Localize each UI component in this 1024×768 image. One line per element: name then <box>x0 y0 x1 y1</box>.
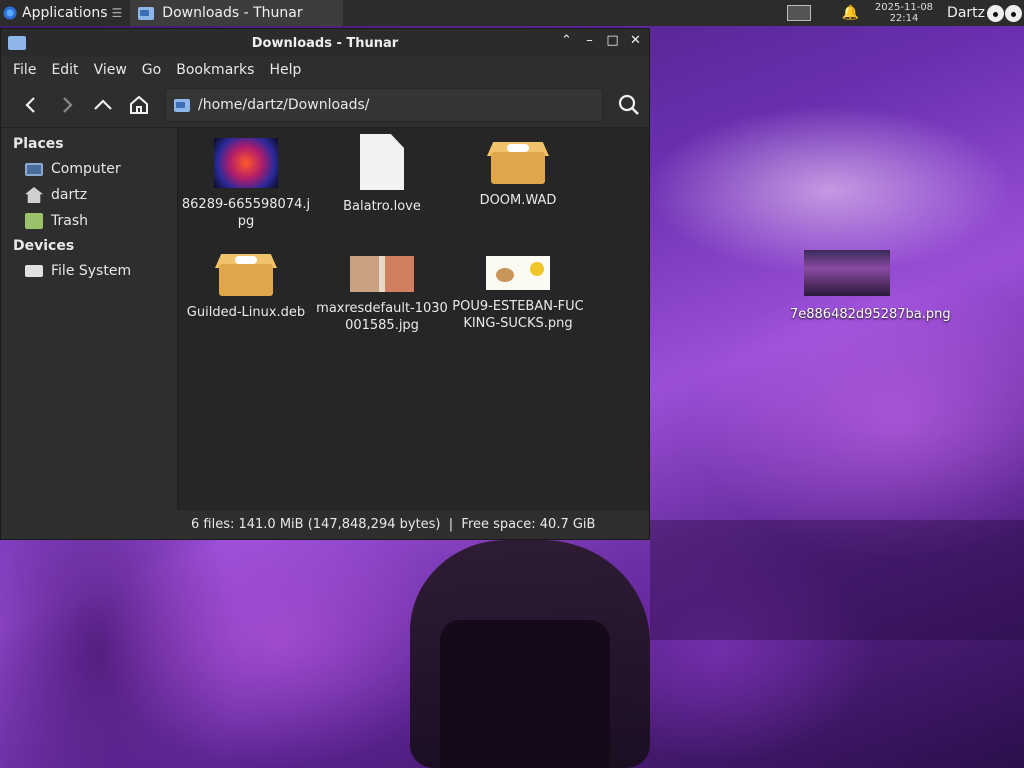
window-folder-icon <box>8 36 26 50</box>
menu-separator-icon: ☰ <box>111 6 123 20</box>
file-label: Balatro.love <box>343 199 421 214</box>
image-thumbnail <box>804 250 890 296</box>
user-menu[interactable]: Dartz <box>947 5 985 21</box>
menubar: File Edit View Go Bookmarks Help <box>1 57 649 83</box>
file-label: maxresdefault-1030001585.jpg <box>316 301 448 333</box>
sidebar-item-trash[interactable]: Trash <box>1 208 177 234</box>
applications-label: Applications <box>22 5 108 21</box>
folder-icon <box>138 6 155 20</box>
file-label: Guilded-Linux.deb <box>186 305 306 320</box>
back-button[interactable] <box>13 89 49 121</box>
image-thumbnail <box>214 138 278 188</box>
clock-date: 2025-11-08 <box>874 2 934 13</box>
eye-icon <box>987 4 1004 22</box>
menu-help[interactable]: Help <box>269 62 301 78</box>
home-icon <box>130 95 148 114</box>
sidebar-item-label: File System <box>51 263 132 279</box>
search-button[interactable] <box>609 88 649 122</box>
devices-header: Devices <box>13 238 75 254</box>
parent-folder-button[interactable] <box>85 89 121 121</box>
sidebar-item-home[interactable]: dartz <box>1 182 177 208</box>
computer-icon <box>25 162 43 176</box>
maximize-button[interactable]: □ <box>605 33 620 48</box>
window-title: Downloads - Thunar <box>251 35 399 51</box>
file-item[interactable]: maxresdefault-1030001585.jpg <box>314 256 450 334</box>
forward-button[interactable] <box>49 89 85 121</box>
file-item[interactable]: POU9-ESTEBAN-FUCKING-SUCKS.png <box>450 256 586 332</box>
file-item[interactable]: DOOM.WAD <box>450 138 586 209</box>
shade-button[interactable]: ⌃ <box>559 33 574 48</box>
chevron-up-icon <box>94 99 112 110</box>
file-label: 86289-665598074.jpg <box>181 197 311 229</box>
home-folder-icon <box>25 187 43 203</box>
menu-bookmarks[interactable]: Bookmarks <box>176 62 254 78</box>
places-header: Places <box>13 136 64 152</box>
file-item[interactable]: Guilded-Linux.deb <box>178 250 314 321</box>
sidebar-item-computer[interactable]: Computer <box>1 156 177 182</box>
menu-file[interactable]: File <box>13 62 36 78</box>
menu-edit[interactable]: Edit <box>51 62 78 78</box>
xeyes-widget <box>987 4 1022 22</box>
package-icon <box>487 138 549 184</box>
menu-view[interactable]: View <box>94 62 127 78</box>
notification-bell-icon[interactable]: 🔔 <box>841 5 858 21</box>
status-text: 6 files: 141.0 MiB (147,848,294 bytes) |… <box>191 517 596 532</box>
wallpaper-window <box>650 520 1024 640</box>
file-view[interactable]: 86289-665598074.jpg Balatro.love DOOM.WA… <box>177 128 649 539</box>
file-label: DOOM.WAD <box>479 193 557 208</box>
minimize-button[interactable]: – <box>582 33 597 48</box>
sidebar-item-label: Computer <box>51 161 121 177</box>
location-bar[interactable]: /home/dartz/Downloads/ <box>165 88 603 122</box>
close-button[interactable]: ✕ <box>628 33 643 48</box>
document-icon <box>360 134 404 190</box>
taskbar-label: Downloads - Thunar <box>162 5 303 21</box>
xfce-logo-icon <box>2 5 18 21</box>
clock-time: 22:14 <box>889 13 919 24</box>
desktop-file-label: 7e886482d95287ba.png <box>790 307 951 322</box>
search-icon <box>618 94 639 115</box>
clock[interactable]: 2025-11-08 22:14 <box>875 2 933 24</box>
thunar-window: Downloads - Thunar ⌃ – □ ✕ File Edit Vie… <box>0 28 650 540</box>
taskbar-button-thunar[interactable]: Downloads - Thunar <box>130 0 343 26</box>
file-item[interactable]: 86289-665598074.jpg <box>178 138 314 230</box>
sidebar: Places Computer dartz Trash Devices File… <box>1 128 177 539</box>
file-item[interactable]: Balatro.love <box>314 134 450 215</box>
folder-icon <box>174 98 190 112</box>
wallpaper-figure-legs <box>440 620 610 768</box>
home-button[interactable] <box>121 89 157 121</box>
applications-menu-button[interactable]: Applications ☰ <box>0 0 128 26</box>
top-panel: Applications ☰ Downloads - Thunar 🔔 2025… <box>0 0 1024 26</box>
image-thumbnail <box>350 256 414 292</box>
sidebar-item-filesystem[interactable]: File System <box>1 258 177 284</box>
trash-icon <box>25 213 43 229</box>
drive-icon <box>25 265 43 277</box>
menu-go[interactable]: Go <box>142 62 161 78</box>
sidebar-item-label: Trash <box>51 213 88 229</box>
status-bar: 6 files: 141.0 MiB (147,848,294 bytes) |… <box>177 509 649 539</box>
location-path: /home/dartz/Downloads/ <box>198 97 370 113</box>
window-titlebar[interactable]: Downloads - Thunar ⌃ – □ ✕ <box>1 29 649 57</box>
chevron-right-icon <box>63 97 73 113</box>
eye-icon <box>1005 4 1022 22</box>
sidebar-item-label: dartz <box>51 187 88 203</box>
package-icon <box>215 250 277 296</box>
image-thumbnail <box>486 256 550 290</box>
desktop-file-icon[interactable]: 7e886482d95287ba.png <box>790 250 951 323</box>
chevron-left-icon <box>25 97 35 113</box>
toolbar: /home/dartz/Downloads/ <box>1 83 649 127</box>
file-label: POU9-ESTEBAN-FUCKING-SUCKS.png <box>452 299 584 331</box>
workspace-switcher[interactable] <box>787 5 812 21</box>
